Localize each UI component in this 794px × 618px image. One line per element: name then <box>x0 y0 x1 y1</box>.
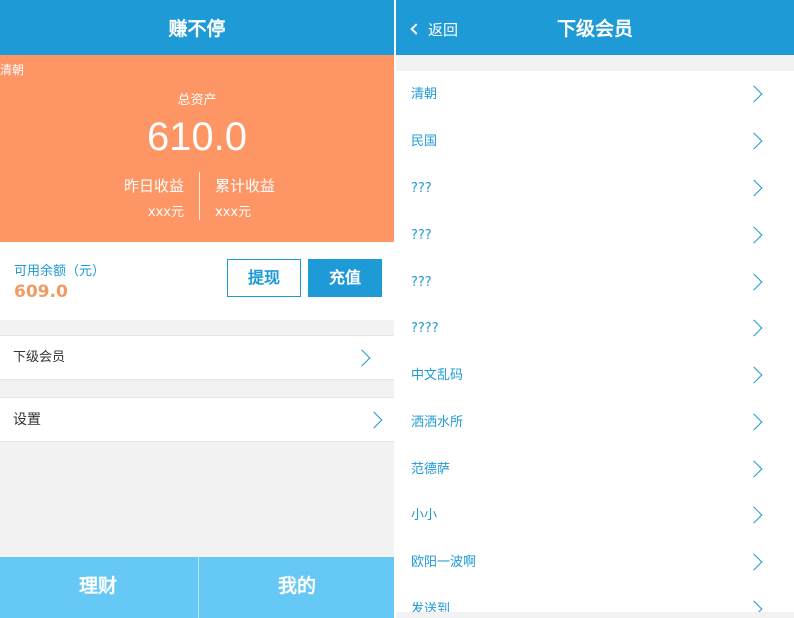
tab-finance[interactable]: 理财 <box>0 557 196 618</box>
member-name: 中文乱码 <box>411 368 464 383</box>
chevron-right-icon <box>745 132 763 150</box>
menu-item-label: 设置 <box>13 412 41 428</box>
chevron-right-icon <box>745 319 763 337</box>
member-list-item[interactable]: 清朝 <box>396 71 794 118</box>
chevron-right-icon <box>745 273 763 291</box>
cumulative-earnings-value: xxx元 <box>215 205 252 220</box>
chevron-right-icon <box>353 349 371 367</box>
chevron-right-icon <box>365 411 383 429</box>
total-assets-value: 610.0 <box>146 115 248 159</box>
menu-item-settings[interactable]: 设置 <box>0 397 394 442</box>
chevron-right-icon <box>745 460 763 478</box>
member-list-item[interactable]: ??? <box>396 165 794 212</box>
menu-item-label: 下级会员 <box>13 350 66 365</box>
cumulative-earnings: 累计收益 xxx元 <box>215 175 305 220</box>
available-balance-label: 可用余额（元） <box>14 264 106 279</box>
member-name: ??? <box>411 228 432 243</box>
member-name: ???? <box>411 321 439 336</box>
member-list-item[interactable]: ??? <box>396 259 794 306</box>
cumulative-earnings-label: 累计收益 <box>215 177 276 195</box>
member-list-item[interactable]: ??? <box>396 212 794 259</box>
withdraw-button[interactable]: 提现 <box>227 259 301 297</box>
yesterday-earnings-label: 昨日收益 <box>123 177 184 195</box>
member-name: 洒洒水所 <box>411 415 464 430</box>
total-assets-label: 总资产 <box>177 93 217 108</box>
member-list-item[interactable]: ???? <box>396 305 794 352</box>
subordinate-members-screen: 下级会员 返回 清朝 民国 ??? ??? ??? ???? 中文乱码 洒洒水所… <box>396 0 794 618</box>
member-name: 清朝 <box>411 87 438 102</box>
yesterday-earnings-value: xxx元 <box>147 205 184 220</box>
chevron-right-icon <box>745 553 763 571</box>
member-name: 范德萨 <box>411 462 451 477</box>
chevron-right-icon <box>745 226 763 244</box>
member-list-item[interactable]: 小小 <box>396 492 794 539</box>
member-list-item[interactable]: 民国 <box>396 118 794 165</box>
chevron-right-icon <box>745 366 763 384</box>
bottom-tab-bar: 理财 我的 <box>0 557 394 618</box>
wallet-screen: 赚不停 清朝 总资产 610.0 昨日收益 xxx元 累计收益 xxx元 可用余… <box>0 0 394 618</box>
section-gap <box>396 55 794 71</box>
member-name: 小小 <box>411 508 438 523</box>
member-name: ??? <box>411 275 432 290</box>
yesterday-earnings: 昨日收益 xxx元 <box>110 175 184 220</box>
list-bottom-edge <box>396 612 794 618</box>
app-title: 赚不停 <box>0 0 394 55</box>
member-list-item[interactable]: 洒洒水所 <box>396 399 794 446</box>
menu-item-subordinate-members[interactable]: 下级会员 <box>0 335 394 380</box>
username: 清朝 <box>0 63 25 77</box>
chevron-left-icon <box>410 23 422 35</box>
chevron-right-icon <box>745 413 763 431</box>
back-label: 返回 <box>428 21 459 39</box>
member-name: 民国 <box>411 134 438 149</box>
asset-summary-card: 清朝 总资产 610.0 昨日收益 xxx元 累计收益 xxx元 <box>0 55 394 242</box>
hero-divider <box>199 172 200 220</box>
available-balance-value: 609.0 <box>14 282 68 302</box>
member-list-item[interactable]: 欧阳一波啊 <box>396 539 794 586</box>
tab-mine[interactable]: 我的 <box>199 557 394 618</box>
member-name: 欧阳一波啊 <box>411 555 477 570</box>
member-list-item[interactable]: 范德萨 <box>396 446 794 493</box>
chevron-right-icon <box>745 179 763 197</box>
recharge-button[interactable]: 充值 <box>308 259 382 297</box>
nav-bar: 下级会员 返回 <box>396 0 794 55</box>
member-list-item[interactable]: 中文乱码 <box>396 352 794 399</box>
chevron-right-icon <box>745 85 763 103</box>
available-balance-row: 可用余额（元） 609.0 提现 充值 <box>0 242 394 320</box>
chevron-right-icon <box>745 506 763 524</box>
member-name: ??? <box>411 181 432 196</box>
back-button[interactable]: 返回 <box>410 0 459 58</box>
